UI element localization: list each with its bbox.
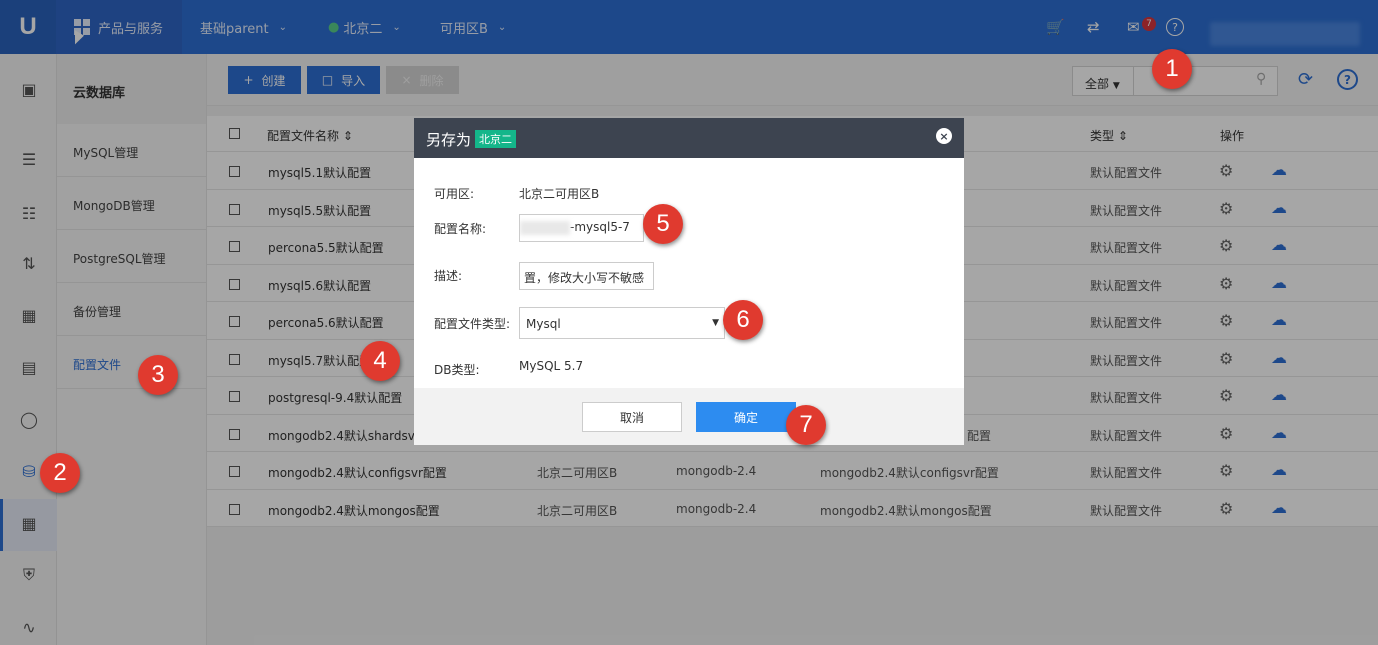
step-marker-3: 3 — [138, 355, 178, 395]
step-marker-1: 1 — [1152, 49, 1192, 89]
step-marker-2: 2 — [40, 453, 80, 493]
caret-down-icon: ▼ — [712, 318, 719, 328]
description-input[interactable]: 置，修改大小写不敏感 — [519, 262, 654, 290]
db-type-value: MySQL 5.7 — [519, 359, 584, 373]
close-icon[interactable]: × — [936, 128, 952, 144]
redacted-prefix — [520, 220, 570, 235]
cancel-button[interactable]: 取消 — [582, 402, 682, 432]
step-marker-7: 7 — [786, 405, 826, 445]
description-field-label: 描述: — [434, 269, 463, 283]
type-field-label: 配置文件类型: — [434, 317, 511, 331]
db-type-label: DB类型: — [434, 363, 480, 377]
type-select-value: Mysql — [526, 317, 561, 331]
step-marker-5: 5 — [643, 204, 683, 244]
step-marker-4: 4 — [360, 341, 400, 381]
dialog-header: 另存为 北京二 × — [414, 118, 964, 158]
name-field-label: 配置名称: — [434, 222, 487, 236]
name-input[interactable]: -mysql5-7 — [519, 214, 644, 242]
type-select[interactable]: Mysql ▼ — [519, 307, 725, 339]
zone-field-label: 可用区: — [434, 187, 475, 201]
name-input-value: -mysql5-7 — [570, 220, 630, 234]
save-as-dialog: 另存为 北京二 × 可用区: 北京二可用区B 配置名称: -mysql5-7 描述… — [414, 118, 964, 445]
region-tag: 北京二 — [475, 130, 517, 148]
dialog-footer: 取消 确定 — [414, 388, 964, 445]
zone-field-value: 北京二可用区B — [519, 187, 600, 201]
confirm-button[interactable]: 确定 — [696, 402, 796, 432]
dialog-title: 另存为 — [426, 131, 472, 149]
step-marker-6: 6 — [723, 300, 763, 340]
